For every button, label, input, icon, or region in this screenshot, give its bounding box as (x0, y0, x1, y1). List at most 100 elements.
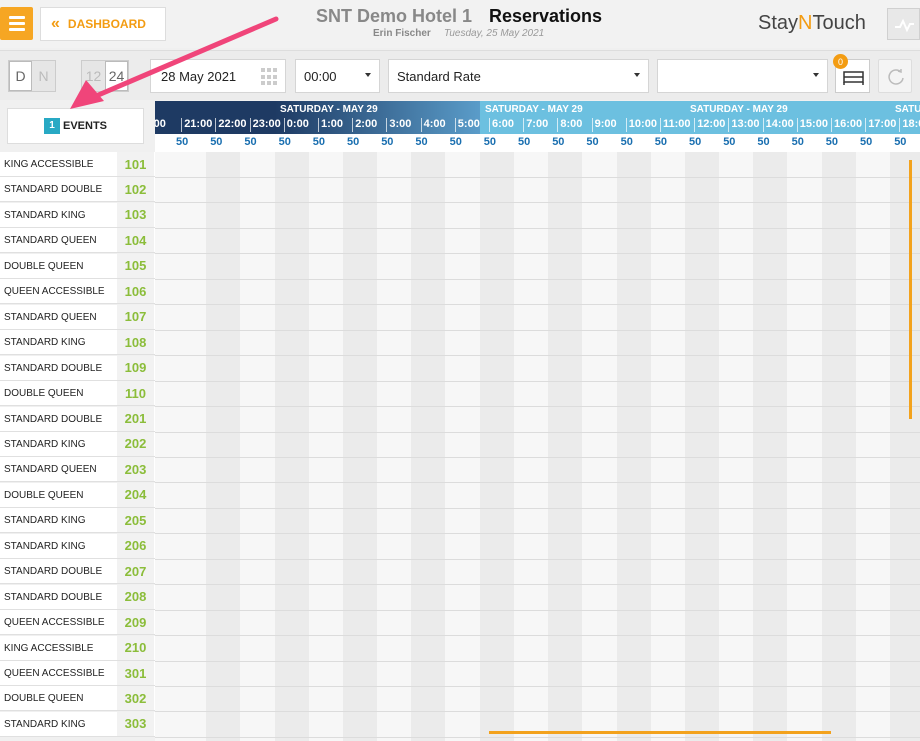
hourly-rate: 50 (689, 136, 702, 148)
room-row[interactable]: STANDARD QUEEN 107 (0, 304, 155, 330)
activity-button[interactable] (887, 8, 920, 40)
hour-label: 10:00 (628, 118, 657, 130)
room-row[interactable]: DOUBLE QUEEN 204 (0, 482, 155, 508)
room-row[interactable]: DOUBLE QUEEN 105 (0, 253, 155, 279)
room-row[interactable]: STANDARD DOUBLE 201 (0, 406, 155, 432)
room-row[interactable]: STANDARD KING 103 (0, 202, 155, 228)
hourly-rate: 50 (757, 136, 770, 148)
room-row[interactable]: STANDARD DOUBLE 208 (0, 584, 155, 610)
room-row[interactable]: KING ACCESSIBLE 210 (0, 635, 155, 661)
grid-row-line (155, 227, 920, 229)
hour-tick (831, 118, 832, 132)
24-hour-option[interactable]: 24 (105, 61, 128, 91)
room-type: QUEEN ACCESSIBLE (4, 617, 105, 629)
room-type: QUEEN ACCESSIBLE (4, 668, 105, 679)
room-type: DOUBLE QUEEN (4, 260, 84, 272)
double-chevron-left-icon: « (51, 15, 60, 32)
room-type-select[interactable] (657, 59, 828, 93)
room-row[interactable]: QUEEN ACCESSIBLE 106 (0, 279, 155, 305)
dashboard-button[interactable]: « DASHBOARD (40, 7, 166, 41)
room-type: STANDARD KING (4, 540, 86, 552)
room-row[interactable]: STANDARD KING 205 (0, 508, 155, 534)
room-number: 208 (117, 584, 154, 609)
grid-column-stripe (274, 152, 309, 741)
events-label: EVENTS (62, 120, 107, 132)
toolbar: D N 12 24 28 May 2021 00:00 Standard Rat… (0, 50, 920, 100)
logo-part-touch: Touch (812, 12, 866, 34)
room-row[interactable]: QUEEN ACCESSIBLE 301 (0, 661, 155, 686)
room-number: 102 (117, 177, 154, 202)
stayntouch-logo: StayNTouch (758, 12, 866, 35)
grid-column-stripe (548, 152, 583, 741)
events-button[interactable]: 1 EVENTS (7, 108, 144, 144)
hour-tick (489, 118, 490, 132)
hourly-rate: 50 (244, 136, 257, 148)
horizontal-scrollbar[interactable] (489, 731, 831, 734)
hour-label: 14:00 (765, 118, 794, 130)
hamburger-icon (9, 16, 25, 19)
grid-row-line (155, 304, 920, 306)
hourly-rate: 50 (791, 136, 804, 148)
grid-row-line (155, 609, 920, 611)
grid-column-stripe (685, 152, 719, 741)
room-type: STANDARD DOUBLE (4, 566, 103, 578)
hour-tick (249, 118, 251, 132)
room-number: 202 (117, 431, 154, 456)
room-type: STANDARD KING (4, 337, 86, 349)
room-row[interactable]: DOUBLE QUEEN 110 (0, 381, 155, 407)
hour-label: 17:00 (868, 118, 897, 130)
room-row[interactable]: STANDARD KING 303 (0, 711, 155, 737)
room-type: QUEEN ACCESSIBLE (4, 286, 105, 298)
room-type: STANDARD DOUBLE (4, 413, 103, 425)
room-row[interactable]: STANDARD KING 202 (0, 431, 155, 457)
hour-tick (660, 118, 661, 132)
day-label: SATU (895, 104, 920, 115)
room-row[interactable]: STANDARD DOUBLE 207 (0, 559, 155, 585)
menu-button[interactable] (0, 7, 33, 40)
grid-column-stripe (821, 152, 856, 741)
room-row[interactable]: STANDARD DOUBLE 109 (0, 355, 155, 381)
events-count-badge: 1 (43, 118, 60, 134)
12-hour-option[interactable]: 12 (82, 61, 105, 91)
day-view-option[interactable]: D (9, 61, 32, 91)
grid-row-line (155, 686, 920, 687)
room-type: STANDARD QUEEN (4, 311, 97, 323)
timeline-header: SATURDAY - MAY 29 SATURDAY - MAY 29 SATU… (155, 101, 920, 134)
day-night-toggle: D N (8, 60, 56, 92)
room-number: 301 (117, 661, 154, 685)
grid-row-line (155, 482, 920, 484)
hour-tick (762, 118, 764, 132)
rate-select[interactable]: Standard Rate (388, 59, 649, 93)
room-row[interactable]: STANDARD DOUBLE 102 (0, 177, 155, 203)
room-number: 205 (117, 508, 154, 533)
time-select[interactable]: 00:00 (295, 59, 380, 93)
room-row[interactable]: STANDARD KING 206 (0, 533, 155, 559)
date-picker[interactable]: 28 May 2021 (150, 59, 286, 93)
room-row[interactable]: STANDARD QUEEN 104 (0, 228, 155, 254)
hour-tick (420, 118, 422, 132)
hour-label: 18:00 (902, 118, 920, 130)
room-row[interactable]: DOUBLE QUEEN 302 (0, 686, 155, 712)
hour-tick (625, 118, 627, 132)
room-type: DOUBLE QUEEN (4, 489, 84, 501)
room-row[interactable]: STANDARD KING 108 (0, 330, 155, 356)
room-number: 103 (117, 202, 154, 227)
hourly-rate: 50 (483, 136, 497, 148)
room-row[interactable]: KING ACCESSIBLE 101 (0, 152, 155, 177)
grid-row-line (155, 177, 920, 178)
refresh-button[interactable] (878, 59, 912, 93)
vertical-scrollbar[interactable] (909, 160, 912, 419)
activity-line-icon (895, 18, 914, 33)
night-view-option[interactable]: N (32, 61, 55, 91)
room-row[interactable]: STANDARD QUEEN 203 (0, 457, 155, 483)
availability-grid[interactable] (155, 152, 920, 741)
room-row[interactable]: QUEEN ACCESSIBLE 209 (0, 610, 155, 636)
hourly-rate: 50 (176, 136, 189, 148)
room-type: STANDARD KING (4, 209, 86, 221)
room-number: 210 (117, 635, 154, 660)
hour-mode-toggle: 12 24 (81, 60, 129, 92)
hour-label: 21:00 (184, 118, 213, 130)
hour-label: 1:00 (321, 118, 344, 130)
hour-label: 8:00 (560, 118, 583, 130)
grid-row-line (155, 584, 920, 586)
